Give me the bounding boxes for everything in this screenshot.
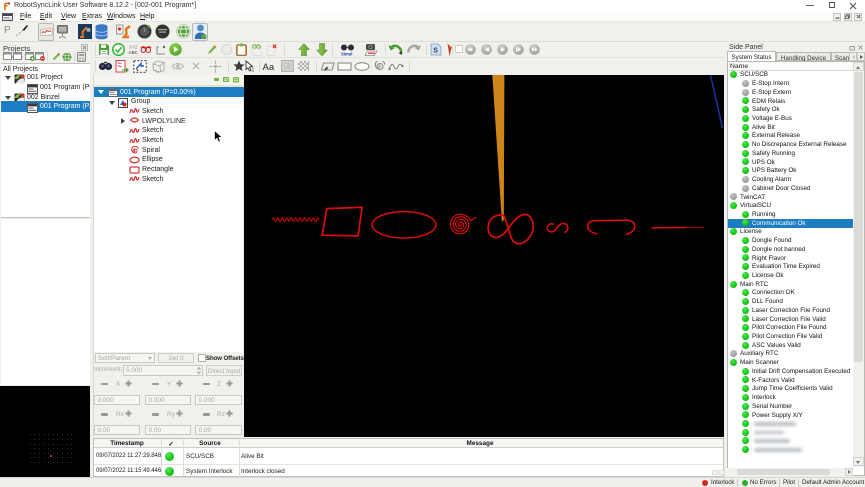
svg-text:Aa: Aa [263, 62, 275, 72]
svg-text:XYZ: XYZ [129, 45, 138, 50]
svg-text:1: 1 [252, 68, 255, 73]
svg-text:Simul: Simul [341, 51, 352, 56]
svg-text:ABC: ABC [129, 50, 139, 55]
svg-text:S: S [433, 48, 438, 55]
